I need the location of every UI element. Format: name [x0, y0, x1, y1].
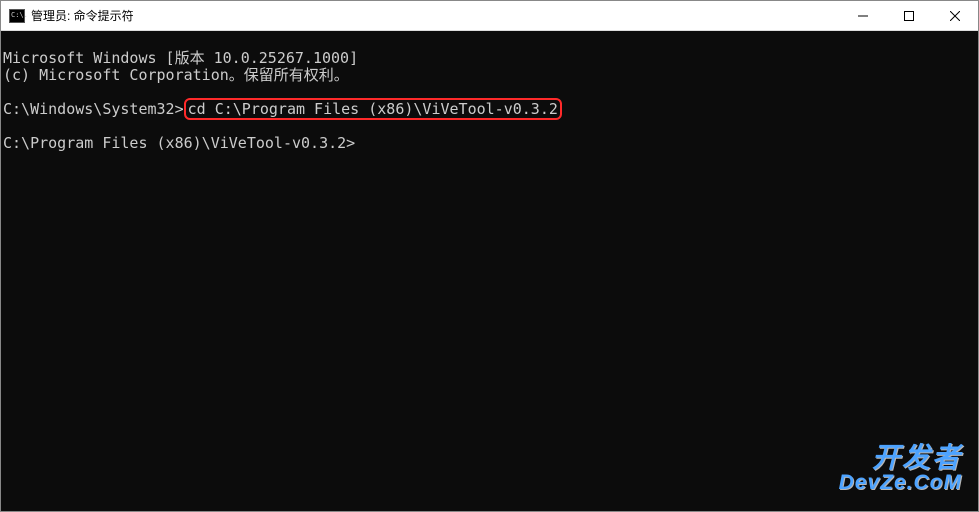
prompt-prefix: C:\Windows\System32>: [3, 100, 184, 118]
titlebar[interactable]: C:\. 管理员: 命令提示符: [1, 1, 978, 31]
close-icon: [950, 11, 960, 21]
maximize-button[interactable]: [886, 1, 932, 30]
cmd-icon: C:\.: [9, 9, 25, 23]
cmd-icon-text: C:\.: [11, 12, 28, 19]
command-prompt-window: C:\. 管理员: 命令提示符 Microsoft Windows [版本 10…: [0, 0, 979, 512]
window-controls: [840, 1, 978, 30]
prompt-line-2: C:\Program Files (x86)\ViVeTool-v0.3.2>: [3, 134, 355, 152]
close-button[interactable]: [932, 1, 978, 30]
prompt-line-1: C:\Windows\System32>cd C:\Program Files …: [3, 98, 562, 120]
minimize-button[interactable]: [840, 1, 886, 30]
copyright-line: (c) Microsoft Corporation。保留所有权利。: [3, 66, 349, 84]
minimize-icon: [858, 11, 868, 21]
terminal-output[interactable]: Microsoft Windows [版本 10.0.25267.1000] (…: [1, 31, 978, 511]
window-title: 管理员: 命令提示符: [31, 7, 134, 24]
maximize-icon: [904, 11, 914, 21]
titlebar-left: C:\. 管理员: 命令提示符: [1, 7, 134, 24]
highlighted-command: cd C:\Program Files (x86)\ViVeTool-v0.3.…: [184, 98, 562, 120]
version-line: Microsoft Windows [版本 10.0.25267.1000]: [3, 49, 358, 67]
